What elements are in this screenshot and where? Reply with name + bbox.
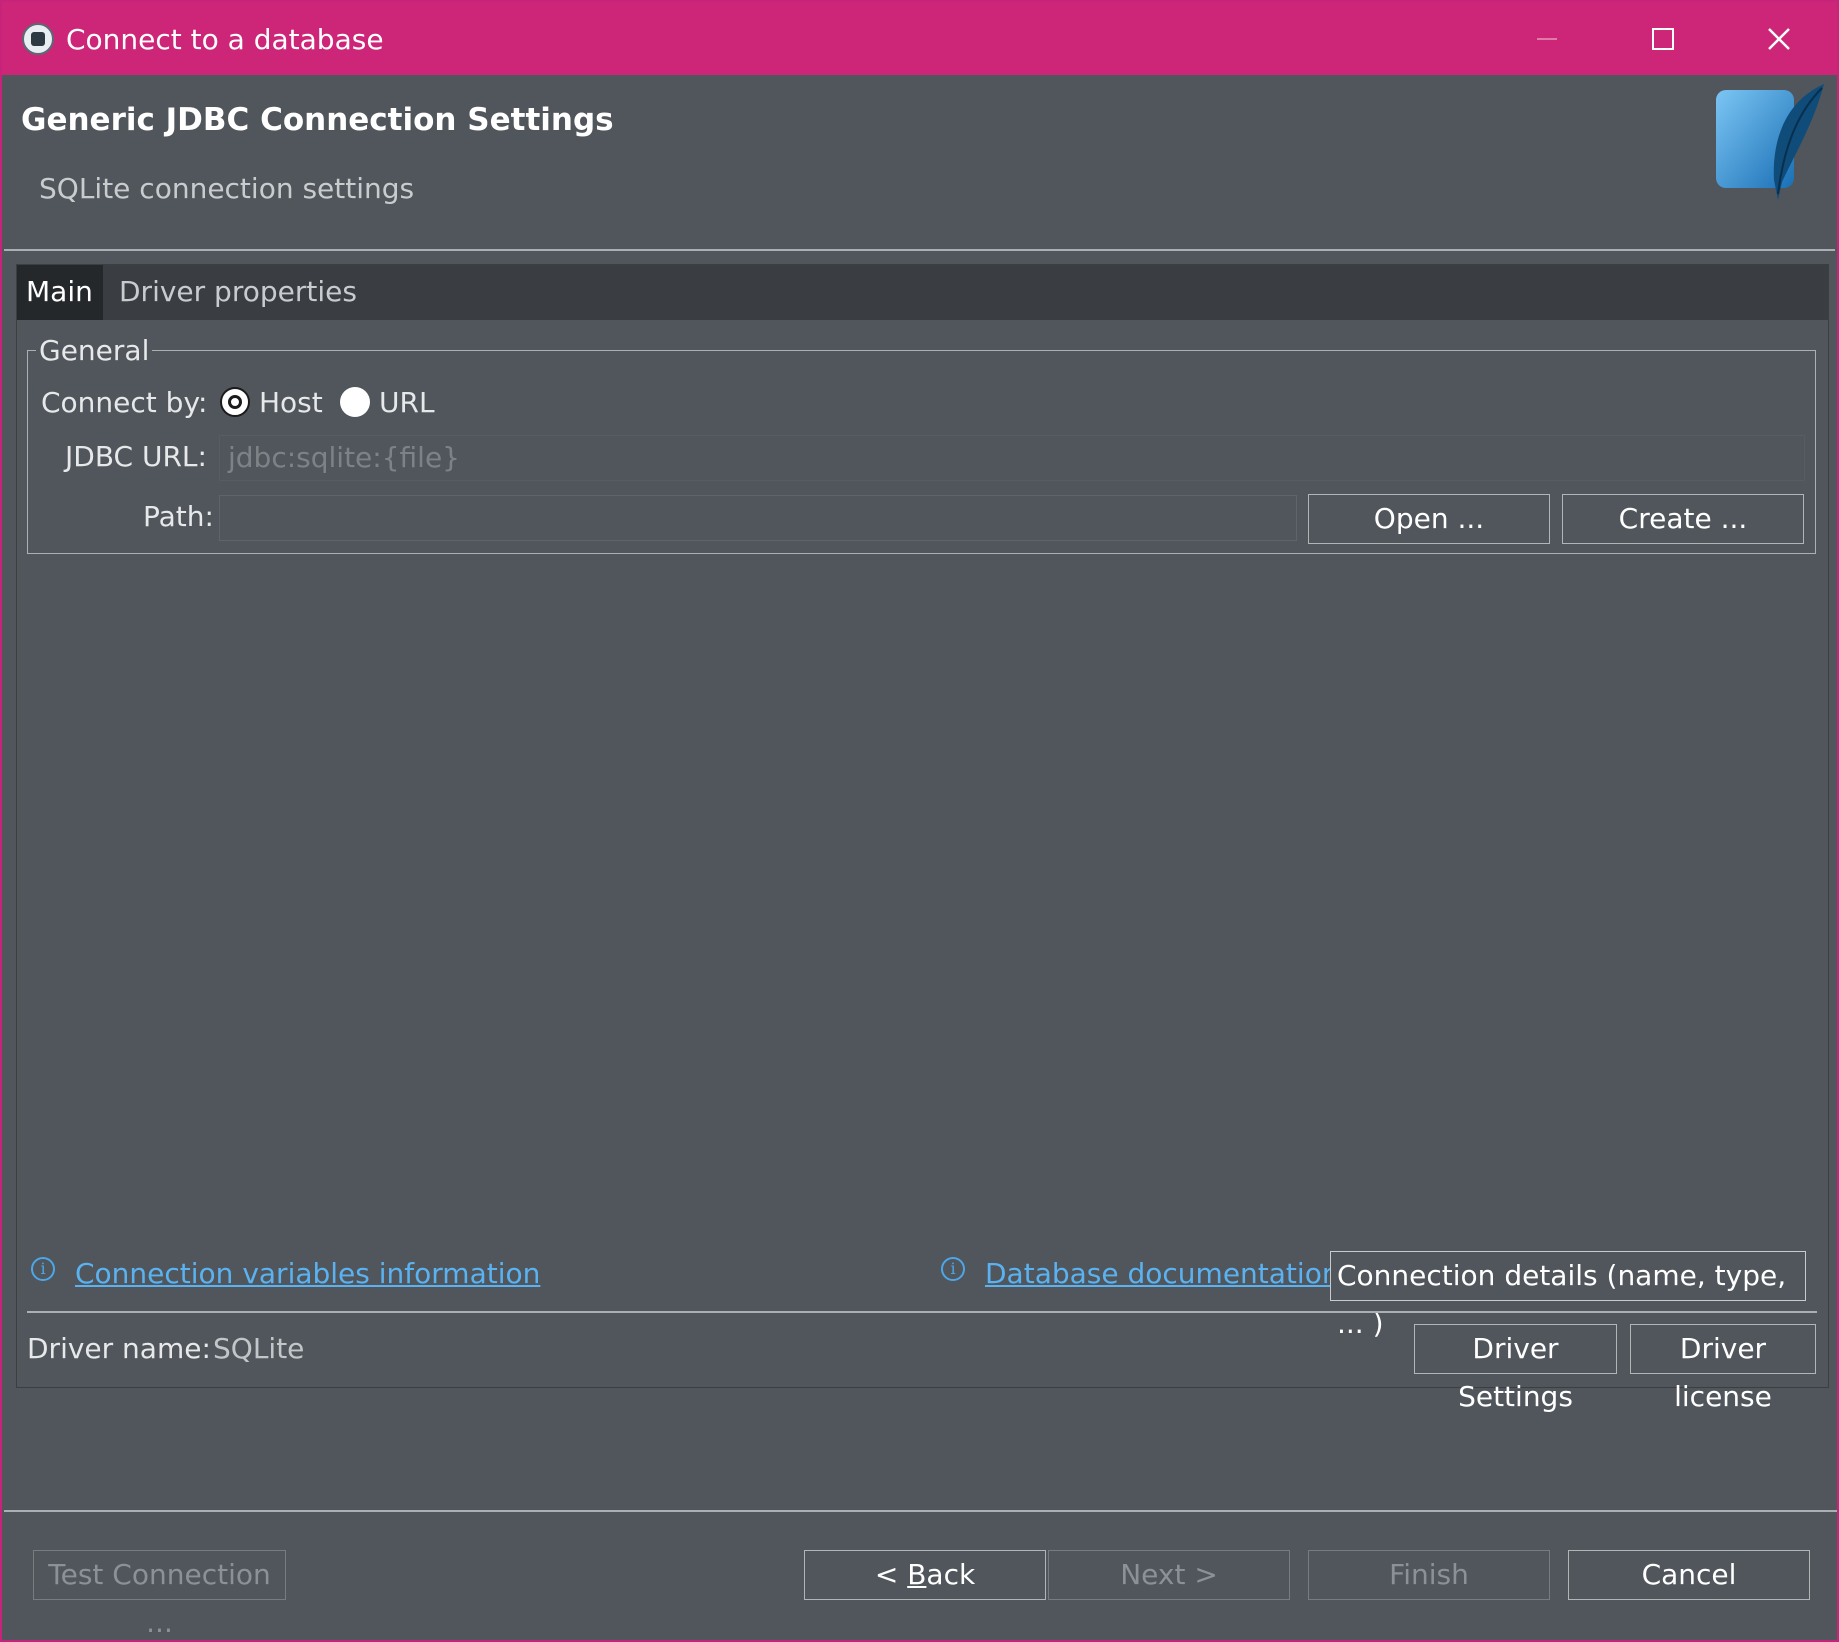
host-radio-label[interactable]: Host (259, 385, 323, 421)
cancel-button[interactable]: Cancel (1568, 1550, 1810, 1600)
page-subtitle: SQLite connection settings (39, 172, 415, 205)
connection-details-button[interactable]: Connection details (name, type, ... ) (1330, 1251, 1806, 1340)
info-icon: i (31, 1257, 55, 1281)
path-label: Path: (143, 500, 214, 533)
url-radio-label[interactable]: URL (379, 385, 435, 421)
back-button-prefix: < (874, 1558, 908, 1591)
back-button-label: ack (926, 1558, 976, 1591)
close-button[interactable] (1724, 2, 1834, 75)
jdbc-url-field[interactable]: jdbc:sqlite:{file} (219, 435, 1805, 481)
finish-button[interactable]: Finish (1308, 1550, 1550, 1600)
tab-driver-properties[interactable]: Driver properties (109, 264, 367, 320)
back-button-accelerator: B (907, 1558, 927, 1591)
close-icon (1768, 27, 1790, 50)
path-field[interactable] (219, 495, 1297, 541)
info-icon: i (941, 1257, 965, 1281)
connect-dialog-window: Connect to a database Generic JDBC Conne… (0, 0, 1839, 1642)
connection-variables-link[interactable]: Connection variables information (75, 1256, 540, 1292)
footer-separator (4, 1510, 1837, 1512)
driver-settings-button[interactable]: Driver Settings (1414, 1324, 1617, 1413)
dbeaver-app-icon (22, 23, 54, 55)
general-group: General Connect by: Host URL JDBC URL: j… (27, 335, 1816, 554)
title-bar[interactable]: Connect to a database (2, 2, 1837, 75)
next-button[interactable]: Next > (1048, 1550, 1290, 1600)
database-documentation-link[interactable]: Database documentation (985, 1256, 1340, 1292)
driver-name-label: Driver name: (27, 1332, 211, 1365)
open-button[interactable]: Open ... (1308, 494, 1550, 544)
host-radio[interactable] (220, 387, 250, 417)
tab-main[interactable]: Main (16, 264, 103, 320)
tab-bar: Main Driver properties (16, 264, 1828, 320)
test-connection-button[interactable]: Test Connection ... (33, 1550, 286, 1639)
maximize-button[interactable] (1608, 2, 1718, 75)
minimize-button[interactable] (1492, 2, 1602, 75)
driver-separator (27, 1311, 1817, 1313)
page-title: Generic JDBC Connection Settings (21, 102, 614, 138)
driver-license-button[interactable]: Driver license (1630, 1324, 1816, 1413)
url-radio[interactable] (340, 387, 370, 417)
create-button[interactable]: Create ... (1562, 494, 1804, 544)
jdbc-url-label: JDBC URL: (65, 440, 207, 473)
sqlite-logo-icon (1716, 84, 1824, 200)
header-separator (4, 249, 1835, 251)
driver-name-value: SQLite (213, 1332, 305, 1365)
window-title: Connect to a database (66, 23, 384, 56)
general-group-legend: General (36, 335, 153, 367)
back-button[interactable]: < Back (804, 1550, 1046, 1600)
connect-by-label: Connect by: (41, 386, 208, 419)
